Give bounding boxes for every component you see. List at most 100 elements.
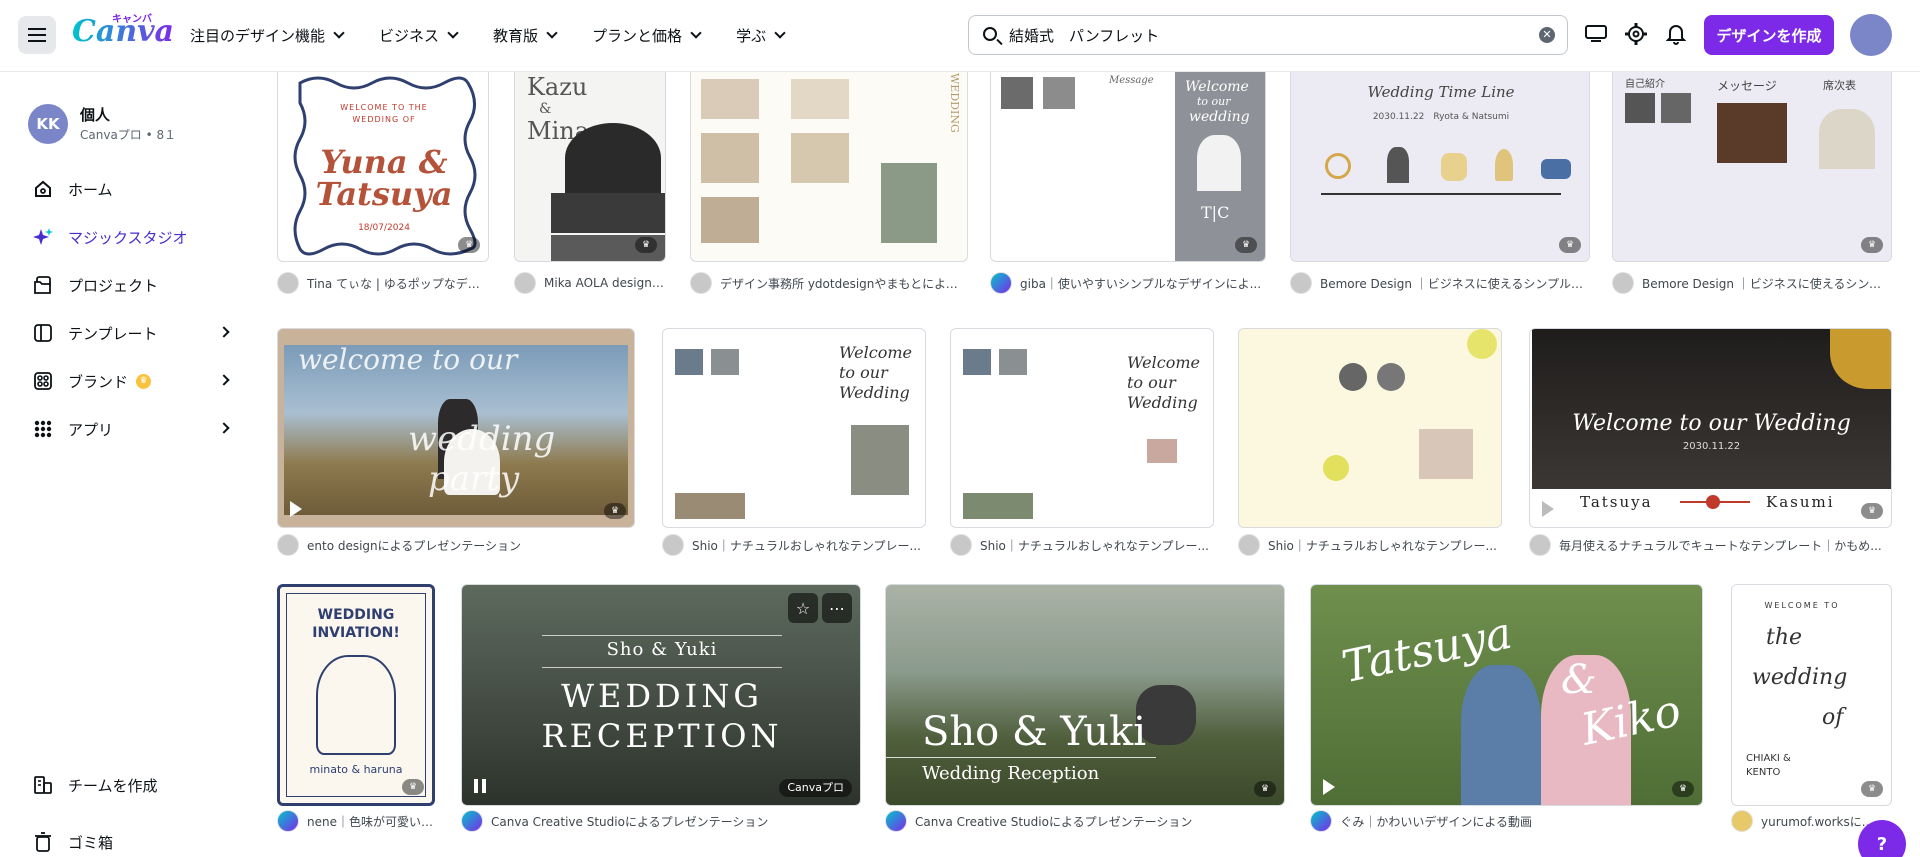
- template-caption[interactable]: Bemore Design ｜ビジネスに使えるシンプル・...: [1290, 272, 1590, 294]
- template-caption[interactable]: Canva Creative Studioによるプレゼンテーション: [885, 810, 1285, 832]
- template-caption[interactable]: nene｜色味が可愛い ...: [277, 810, 435, 832]
- crown-icon: ♛: [1861, 503, 1883, 519]
- template-card[interactable]: Welcome to our Wedding Shio｜ナチュラルおしゃれなテン…: [950, 328, 1214, 556]
- nav-label: ビジネス: [379, 26, 440, 45]
- nav-education[interactable]: 教育版: [493, 25, 558, 46]
- more-options-icon[interactable]: ⋯: [822, 593, 852, 623]
- template-card[interactable]: 自己紹介 メッセージ 席次表 ♛ Bemore Design ｜ビジネスに使える…: [1612, 72, 1892, 294]
- sidebar-item-label: テンプレート: [68, 324, 158, 343]
- template-caption[interactable]: ぐみ｜かわいいデザインによる動画: [1310, 810, 1703, 832]
- thumb-text: WEDDING: [317, 607, 395, 623]
- avatar[interactable]: [1850, 14, 1892, 56]
- template-thumbnail[interactable]: Sho & Yuki Wedding Reception ♛: [885, 584, 1285, 806]
- template-thumbnail[interactable]: WEDDING INVIATION! minato & haruna ♛: [277, 584, 435, 806]
- bell-icon[interactable]: [1664, 22, 1688, 46]
- sidebar-item-home[interactable]: ホーム: [16, 169, 246, 209]
- thumb-text: Welcome: [1185, 79, 1249, 95]
- template-caption[interactable]: ento designによるプレゼンテーション: [277, 534, 635, 556]
- thumb-text: Wedding Time Line: [1367, 83, 1515, 101]
- template-thumbnail[interactable]: 自己紹介 メッセージ 席次表 ♛: [1612, 72, 1892, 262]
- creator-avatar: [1238, 534, 1260, 556]
- search-input[interactable]: [1009, 24, 1509, 46]
- template-thumbnail[interactable]: Welcome to our Wedding: [662, 328, 926, 528]
- template-caption[interactable]: giba｜使いやすいシンプルなデザインによ...: [990, 272, 1266, 294]
- nav-business[interactable]: ビジネス: [379, 25, 459, 46]
- creator-avatar: [1290, 272, 1312, 294]
- template-caption[interactable]: Shio｜ナチュラルおしゃれなテンプレー...: [662, 534, 926, 556]
- template-card[interactable]: WEDDING INVIATION! minato & haruna ♛ nen…: [277, 584, 435, 834]
- template-caption[interactable]: 毎月使えるナチュラルでキュートなテンプレート｜かもめ...: [1529, 534, 1892, 556]
- canva-logo[interactable]: Canva キャンバ: [72, 12, 174, 52]
- menu-button[interactable]: [18, 16, 56, 54]
- template-card[interactable]: Wedding Time Line 2030.11.22 Ryota & Nat…: [1290, 72, 1590, 294]
- template-thumbnail[interactable]: Tatsuya & Kiko ♛: [1310, 584, 1703, 806]
- thumb-text: Tatsuya: [1580, 493, 1653, 511]
- chevron-down-icon: [690, 27, 702, 39]
- star-icon[interactable]: ☆: [788, 593, 818, 623]
- caption-text: ento designによるプレゼンテーション: [307, 538, 522, 553]
- nav-learn[interactable]: 学ぶ: [736, 25, 786, 46]
- sidebar-item-brand[interactable]: ブランド ♛: [16, 361, 246, 401]
- nav-features[interactable]: 注目のデザイン機能: [190, 25, 345, 46]
- template-card[interactable]: Welcome to our Wedding Shio｜ナチュラルおしゃれなテン…: [662, 328, 926, 556]
- template-caption[interactable]: Shio｜ナチュラルおしゃれなテンプレー...: [1238, 534, 1502, 556]
- sidebar-item-magic-studio[interactable]: マジックスタジオ: [16, 217, 246, 257]
- template-card[interactable]: Message Welcome to our wedding T|C ♛ gib…: [990, 72, 1266, 294]
- template-thumbnail[interactable]: Sho & Yuki WEDDING RECEPTION ☆ ⋯ Canvaプロ: [461, 584, 861, 806]
- template-thumbnail[interactable]: Wedding Time Line 2030.11.22 Ryota & Nat…: [1290, 72, 1590, 262]
- nav-pricing[interactable]: プランと価格: [592, 25, 702, 46]
- thumb-text: Welcome to our Wedding: [1127, 353, 1200, 412]
- template-card[interactable]: Tatsuya & Kiko ♛ ぐみ｜かわいいデザインによる動画: [1310, 584, 1703, 834]
- chevron-down-icon: [333, 27, 345, 39]
- template-thumbnail[interactable]: Kazu & Mina ♛: [514, 72, 666, 262]
- template-card[interactable]: WELCOME TO THE WEDDING OF Yuna & Tatsuya…: [277, 72, 489, 294]
- play-icon[interactable]: [290, 501, 302, 517]
- template-card[interactable]: Kazu & Mina ♛ Mika AOLA design ...: [514, 72, 666, 294]
- caption-text: Shio｜ナチュラルおしゃれなテンプレー...: [980, 538, 1209, 553]
- template-card[interactable]: welcome to our wedding party ♛ ento desi…: [277, 328, 635, 556]
- template-thumbnail[interactable]: Welcome to our Wedding 2030.11.22 Tatsuy…: [1529, 328, 1892, 528]
- account-switcher[interactable]: KK 個人 Canvaプロ • 8１: [28, 102, 248, 146]
- pause-icon[interactable]: [474, 779, 486, 793]
- template-thumbnail[interactable]: welcome to our wedding party ♛: [277, 328, 635, 528]
- thumb-text: INVIATION!: [312, 625, 400, 641]
- template-thumbnail[interactable]: WEDDING: [690, 72, 968, 262]
- sidebar-item-create-team[interactable]: チームを作成: [16, 765, 246, 805]
- template-card[interactable]: WELCOME TO the wedding of CHIAKI & KENTO…: [1731, 584, 1892, 834]
- template-caption[interactable]: Tina てぃな | ゆるポップなデザ...: [277, 272, 489, 294]
- template-caption[interactable]: デザイン事務所 ydotdesignやまもとによる...: [690, 272, 968, 294]
- chevron-right-icon: [218, 422, 230, 434]
- template-thumbnail[interactable]: [1238, 328, 1502, 528]
- desktop-app-icon[interactable]: [1584, 22, 1608, 46]
- template-caption[interactable]: Shio｜ナチュラルおしゃれなテンプレー...: [950, 534, 1214, 556]
- template-caption[interactable]: Canva Creative Studioによるプレゼンテーション: [461, 810, 861, 832]
- template-thumbnail[interactable]: WELCOME TO the wedding of CHIAKI & KENTO…: [1731, 584, 1892, 806]
- account-plan: Canvaプロ • 8１: [80, 128, 177, 142]
- template-thumbnail[interactable]: WELCOME TO THE WEDDING OF Yuna & Tatsuya…: [277, 72, 489, 262]
- sidebar-item-projects[interactable]: プロジェクト: [16, 265, 246, 305]
- template-thumbnail[interactable]: Message Welcome to our wedding T|C ♛: [990, 72, 1266, 262]
- search-bar: ✕: [968, 15, 1568, 55]
- template-caption[interactable]: Mika AOLA design ...: [514, 272, 666, 294]
- thumb-text: the: [1766, 625, 1803, 650]
- template-card[interactable]: Welcome to our Wedding 2030.11.22 Tatsuy…: [1529, 328, 1892, 556]
- crown-icon: ♛: [136, 373, 152, 389]
- sidebar-item-templates[interactable]: テンプレート: [16, 313, 246, 353]
- template-thumbnail[interactable]: Welcome to our Wedding: [950, 328, 1214, 528]
- nav-label: プランと価格: [592, 26, 683, 45]
- sidebar-item-trash[interactable]: ゴミ箱: [16, 822, 246, 857]
- template-card[interactable]: WEDDING デザイン事務所 ydotdesignやまもとによる...: [690, 72, 968, 294]
- template-caption[interactable]: Bemore Design ｜ビジネスに使えるシンプ...: [1612, 272, 1892, 294]
- hamburger-icon: [28, 28, 46, 42]
- gear-icon[interactable]: [1624, 22, 1648, 46]
- template-card[interactable]: Shio｜ナチュラルおしゃれなテンプレー...: [1238, 328, 1502, 556]
- template-card[interactable]: Sho & Yuki WEDDING RECEPTION ☆ ⋯ Canvaプロ…: [461, 584, 861, 834]
- crown-icon: ♛: [1254, 781, 1276, 797]
- play-icon[interactable]: [1542, 501, 1554, 517]
- create-design-button[interactable]: デザインを作成: [1704, 15, 1834, 55]
- template-card[interactable]: Sho & Yuki Wedding Reception ♛ Canva Cre…: [885, 584, 1285, 834]
- play-icon[interactable]: [1323, 779, 1335, 795]
- sidebar-item-apps[interactable]: アプリ: [16, 409, 246, 449]
- clear-search-button[interactable]: ✕: [1539, 27, 1555, 43]
- creator-avatar: [1529, 534, 1551, 556]
